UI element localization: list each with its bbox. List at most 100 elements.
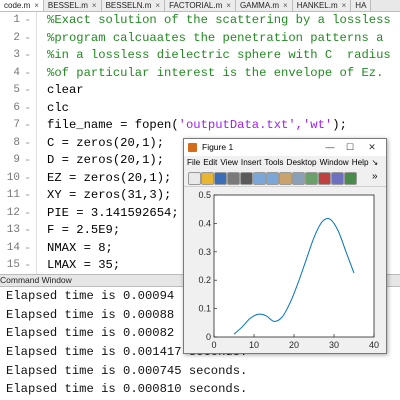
open-icon[interactable] bbox=[201, 172, 214, 185]
new-figure-icon[interactable] bbox=[188, 172, 201, 185]
minimize-button[interactable]: — bbox=[322, 139, 338, 156]
code-segment: ); bbox=[332, 118, 347, 132]
toolbar-overflow-icon[interactable]: » bbox=[372, 171, 378, 182]
maximize-button[interactable]: ☐ bbox=[342, 139, 358, 156]
menu-overflow-icon[interactable]: ↘ bbox=[372, 156, 379, 170]
tab-close-icon[interactable]: × bbox=[92, 1, 97, 10]
menu-view[interactable]: View bbox=[220, 156, 238, 170]
editor-tab[interactable]: code.m × bbox=[0, 0, 44, 11]
line-number: 9 bbox=[13, 154, 20, 166]
menu-file[interactable]: File bbox=[187, 156, 200, 170]
code-text: D = zeros(20,1); bbox=[47, 153, 165, 167]
y-tick-label: 0.4 bbox=[198, 218, 211, 228]
line-marker: - bbox=[24, 13, 32, 27]
code-text: EZ = zeros(20,1); bbox=[47, 170, 172, 185]
y-tick-label: 0.3 bbox=[198, 247, 211, 257]
brush-icon[interactable] bbox=[318, 172, 331, 185]
code-text: %of particular interest is the envelope … bbox=[47, 65, 384, 80]
line-marker: - bbox=[24, 118, 32, 132]
command-output-line: Elapsed time is 0.000745 seconds. bbox=[6, 363, 248, 378]
tab-close-icon[interactable]: × bbox=[342, 1, 347, 10]
line-number: 6 bbox=[13, 101, 20, 114]
code-text: %in a lossless dielectric sphere with C … bbox=[47, 48, 391, 62]
line-number: 7 bbox=[13, 119, 20, 131]
editor-tab[interactable]: FACTORIAL.m × bbox=[165, 0, 236, 11]
tab-close-icon[interactable]: × bbox=[226, 1, 231, 10]
code-text: PIE = 3.141592654; bbox=[47, 205, 179, 220]
menu-desktop[interactable]: Desktop bbox=[287, 156, 317, 170]
code-text: F = 2.5E9; bbox=[47, 223, 121, 237]
y-tick-label: 0.2 bbox=[198, 275, 211, 285]
menu-edit[interactable]: Edit bbox=[203, 156, 217, 170]
editor-tab[interactable]: HANKEL.m × bbox=[292, 0, 352, 11]
code-line: 5- clear bbox=[0, 82, 400, 100]
tab-close-icon[interactable]: × bbox=[155, 1, 160, 10]
code-line: 4- %of particular interest is the envelop… bbox=[0, 65, 400, 83]
line-marker: - bbox=[24, 83, 32, 97]
figure-window[interactable]: Figure 1 — ☐ ✕ File Edit View Insert Tools De… bbox=[183, 138, 387, 354]
code-text: NMAX = 8; bbox=[47, 240, 113, 255]
print-icon[interactable] bbox=[227, 172, 240, 185]
line-number: 8 bbox=[13, 136, 20, 149]
tab-close-icon[interactable]: × bbox=[34, 1, 39, 10]
y-tick-label: 0.5 bbox=[198, 190, 211, 200]
code-line: 2- %program calcuaates the penetration pa… bbox=[0, 30, 400, 48]
line-marker: - bbox=[24, 65, 32, 80]
line-number: 15 bbox=[6, 259, 20, 271]
y-tick-label: 0.1 bbox=[198, 304, 211, 314]
plot-area: 0 10 20 30 40 0 0.1 0.2 0.3 0.4 0.5 bbox=[184, 187, 386, 353]
menu-insert[interactable]: Insert bbox=[241, 156, 261, 170]
editor-tab[interactable]: BESSELN.m × bbox=[101, 0, 166, 11]
tab-label: GAMMA.m bbox=[239, 1, 280, 10]
tab-label: FACTORIAL.m bbox=[169, 1, 223, 10]
tab-close-icon[interactable]: × bbox=[283, 1, 288, 10]
editor-tab[interactable]: GAMMA.m × bbox=[235, 0, 293, 11]
figure-title: Figure 1 bbox=[202, 142, 234, 152]
axes-box bbox=[213, 194, 375, 338]
line-number: 10 bbox=[6, 171, 20, 184]
data-cursor-icon[interactable] bbox=[305, 172, 318, 185]
pan-icon[interactable] bbox=[279, 172, 292, 185]
matlab-icon bbox=[188, 143, 197, 152]
code-line: 7- file_name = fopen('outputData.txt','wt… bbox=[0, 117, 400, 135]
string-literal: 'outputData.txt','wt' bbox=[178, 118, 333, 132]
x-tick-label: 10 bbox=[249, 340, 259, 350]
colorbar-icon[interactable] bbox=[331, 172, 344, 185]
tab-label: HA bbox=[355, 1, 367, 10]
line-number: 2 bbox=[13, 31, 20, 44]
close-button[interactable]: ✕ bbox=[364, 139, 380, 156]
line-number: 11 bbox=[6, 189, 20, 201]
menu-window[interactable]: Window bbox=[320, 156, 349, 170]
line-marker: - bbox=[24, 135, 32, 150]
code-text: clear bbox=[47, 83, 84, 97]
figure-title-bar[interactable]: Figure 1 — ☐ ✕ bbox=[184, 139, 386, 156]
x-tick-label: 40 bbox=[369, 340, 379, 350]
legend-icon[interactable] bbox=[344, 172, 357, 185]
select-icon[interactable] bbox=[240, 172, 253, 185]
x-tick-label: 0 bbox=[211, 340, 216, 350]
save-icon[interactable] bbox=[214, 172, 227, 185]
line-chart: 0 10 20 30 40 0 0.1 0.2 0.3 0.4 0.5 bbox=[198, 190, 379, 350]
zoom-in-icon[interactable] bbox=[253, 172, 266, 185]
line-marker: - bbox=[24, 258, 32, 272]
line-marker: - bbox=[24, 100, 32, 115]
zoom-out-icon[interactable] bbox=[266, 172, 279, 185]
editor-tab[interactable]: BESSEL.m × bbox=[43, 0, 102, 11]
line-marker: - bbox=[24, 240, 32, 255]
menu-help[interactable]: Help bbox=[352, 156, 369, 170]
code-line: 3- %in a lossless dielectric sphere with … bbox=[0, 47, 400, 65]
x-tick-label: 30 bbox=[329, 340, 339, 350]
editor-tab[interactable]: HA bbox=[351, 0, 372, 11]
command-window-title: Command Window bbox=[0, 275, 72, 285]
line-marker: - bbox=[24, 30, 32, 45]
figure-toolbar: » bbox=[184, 170, 386, 187]
command-output-line: Elapsed time is 0.000810 seconds. bbox=[6, 382, 248, 397]
line-number: 14 bbox=[6, 241, 20, 254]
menu-tools[interactable]: Tools bbox=[264, 156, 283, 170]
x-tick-label: 20 bbox=[289, 340, 299, 350]
rotate-icon[interactable] bbox=[292, 172, 305, 185]
tab-label: BESSEL.m bbox=[47, 1, 88, 10]
y-tick-label: 0 bbox=[206, 332, 211, 342]
code-line: 1- %Exact solution of the scattering by a… bbox=[0, 12, 400, 30]
line-marker: - bbox=[24, 153, 32, 167]
